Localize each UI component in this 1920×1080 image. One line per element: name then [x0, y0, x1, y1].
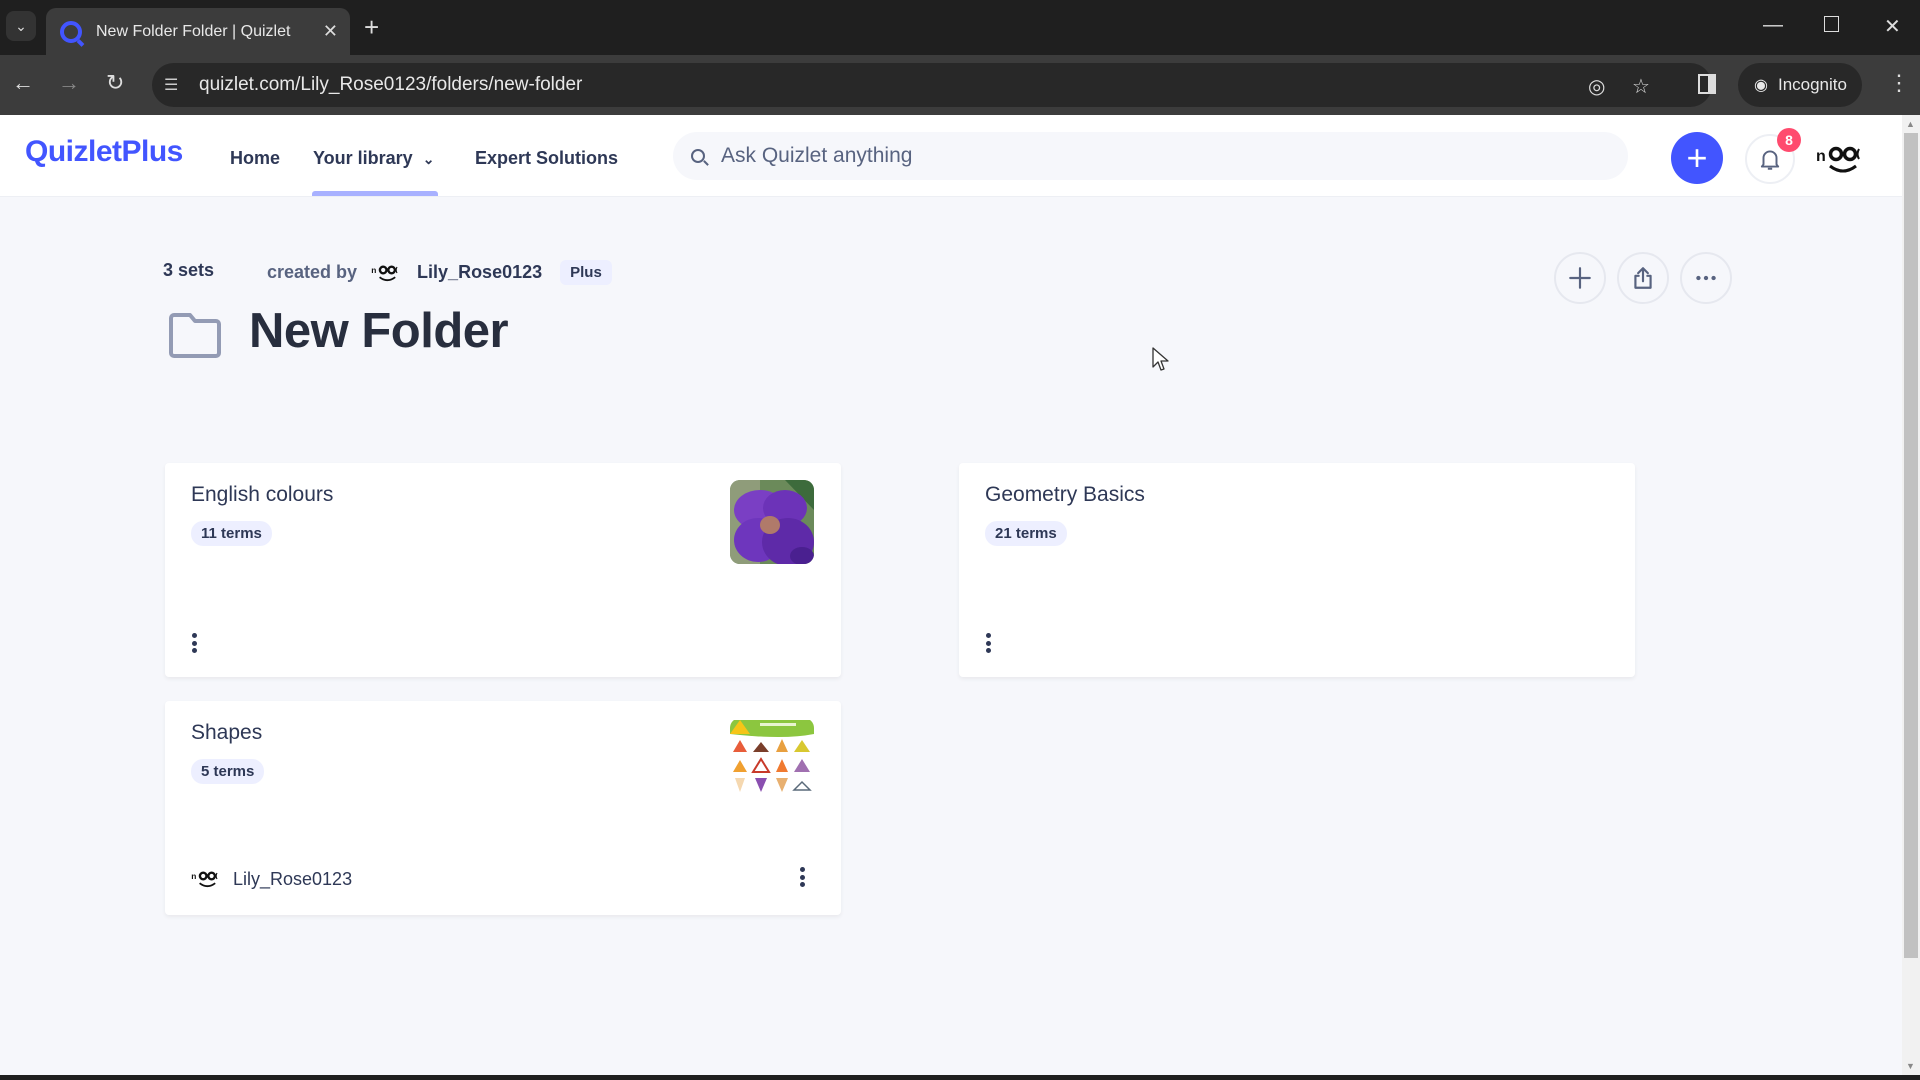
nav-your-library[interactable]: Your library ⌄ — [311, 148, 439, 196]
set-card-english-colours[interactable]: English colours 11 terms — [165, 463, 841, 677]
set-thumbnail-triangles — [730, 718, 814, 802]
browser-tab-active[interactable]: New Folder Folder | Quizlet ✕ — [46, 8, 350, 55]
set-card-shapes[interactable]: Shapes 5 terms n Lily_Rose0123 — [165, 701, 841, 915]
owner-name: Lily_Rose0123 — [233, 868, 353, 889]
browser-tab-strip: ⌄ New Folder Folder | Quizlet ✕ + — ✕ — [0, 0, 1920, 55]
share-icon — [1634, 267, 1652, 289]
owner-avatar: n — [191, 871, 218, 888]
folder-icon — [169, 313, 221, 358]
creator-name[interactable]: Lily_Rose0123 — [417, 262, 542, 283]
tab-title: New Folder Folder | Quizlet — [96, 22, 291, 40]
dot — [799, 882, 805, 887]
nav-your-library-label: Your library — [313, 148, 413, 168]
back-icon[interactable]: ← — [12, 70, 34, 96]
scroll-down-icon[interactable]: ▼ — [1906, 1061, 1915, 1071]
nav-expert-solutions[interactable]: Expert Solutions — [475, 148, 618, 169]
minimize-icon[interactable]: — — [1763, 14, 1783, 37]
site-header: QuizletPlus Home Your library ⌄ Expert So… — [0, 115, 1902, 197]
incognito-label: Incognito — [1777, 75, 1847, 94]
terms-count-badge: 21 terms — [985, 521, 1067, 546]
page-content: QuizletPlus Home Your library ⌄ Expert So… — [0, 115, 1902, 1075]
set-title[interactable]: Shapes — [191, 721, 262, 745]
set-title[interactable]: English colours — [191, 483, 333, 507]
ellipsis-icon — [1696, 275, 1716, 281]
incognito-icon: ◉ — [1754, 77, 1768, 94]
set-options-button[interactable] — [184, 630, 204, 656]
set-title[interactable]: Geometry Basics — [985, 483, 1145, 507]
dot — [191, 648, 197, 653]
nav-home[interactable]: Home — [230, 148, 280, 169]
dot — [985, 648, 991, 653]
dot — [985, 640, 991, 646]
dot — [799, 867, 805, 872]
star-icon[interactable]: ☆ — [1632, 74, 1650, 99]
chevron-down-icon: ⌄ — [15, 17, 27, 34]
search-input[interactable] — [721, 144, 1581, 168]
close-tab-icon[interactable]: ✕ — [323, 21, 338, 42]
close-window-icon[interactable]: ✕ — [1884, 14, 1901, 39]
maximize-icon[interactable] — [1824, 16, 1839, 32]
created-by-label: created by — [267, 262, 358, 282]
kebab-menu-icon[interactable]: ⋮ — [1888, 70, 1910, 96]
new-tab-button[interactable]: + — [364, 12, 379, 43]
address-bar[interactable]: ☰ quizlet.com/Lily_Rose0123/folders/new-… — [152, 63, 1712, 107]
terms-count-badge: 11 terms — [191, 521, 272, 546]
set-card-geometry-basics[interactable]: Geometry Basics 21 terms — [959, 463, 1635, 677]
terms-count-badge: 5 terms — [191, 759, 265, 784]
reload-icon[interactable]: ↻ — [106, 70, 124, 96]
url-text[interactable]: quizlet.com/Lily_Rose0123/folders/new-fo… — [199, 74, 582, 96]
incognito-indicator[interactable]: ◉ Incognito — [1738, 63, 1862, 107]
set-thumbnail-orchid — [730, 480, 814, 564]
creator-avatar[interactable]: n — [371, 261, 405, 285]
folder-title: New Folder — [249, 304, 509, 358]
svg-text:n: n — [371, 265, 376, 275]
set-options-button[interactable] — [978, 630, 998, 656]
notification-badge: 8 — [1777, 128, 1801, 152]
plus-icon: + — [1686, 137, 1708, 178]
scroll-up-icon[interactable]: ▲ — [1906, 119, 1915, 129]
dot — [191, 640, 197, 646]
svg-text:n: n — [1816, 148, 1826, 165]
chevron-down-icon: ⌄ — [422, 151, 435, 167]
tab-search-button[interactable]: ⌄ — [6, 11, 36, 41]
scrollbar-thumb[interactable] — [1904, 133, 1918, 958]
set-owner[interactable]: n Lily_Rose0123 — [191, 867, 352, 891]
mouse-cursor-icon — [1152, 347, 1169, 371]
eye-off-icon[interactable]: ◎ — [1588, 74, 1605, 99]
share-button[interactable] — [1617, 252, 1669, 304]
create-button[interactable]: + — [1671, 132, 1723, 184]
dot — [985, 633, 991, 638]
dot — [799, 874, 805, 880]
set-options-button[interactable] — [792, 864, 812, 890]
search-bar[interactable] — [673, 132, 1628, 180]
plus-badge: Plus — [560, 260, 612, 285]
dot — [191, 633, 197, 638]
forward-icon[interactable]: → — [58, 70, 80, 96]
svg-text:n: n — [191, 871, 196, 881]
add-set-button[interactable] — [1554, 252, 1606, 304]
created-by: created by n Lily_Rose0123 Plus — [267, 260, 612, 285]
site-settings-icon[interactable]: ☰ — [164, 75, 178, 95]
window-bottom-edge — [0, 1075, 1920, 1080]
plus-icon — [1569, 267, 1591, 289]
search-icon — [691, 149, 705, 163]
side-panel-icon[interactable] — [1698, 74, 1716, 94]
page-scrollbar[interactable]: ▲ ▼ — [1902, 115, 1920, 1075]
quizlet-logo[interactable]: QuizletPlus — [25, 135, 183, 169]
bell-icon — [1760, 150, 1780, 170]
sets-count: 3 sets — [163, 260, 215, 280]
more-options-button[interactable] — [1680, 252, 1732, 304]
quizlet-favicon-icon — [60, 20, 82, 43]
user-avatar[interactable]: n — [1816, 139, 1872, 179]
